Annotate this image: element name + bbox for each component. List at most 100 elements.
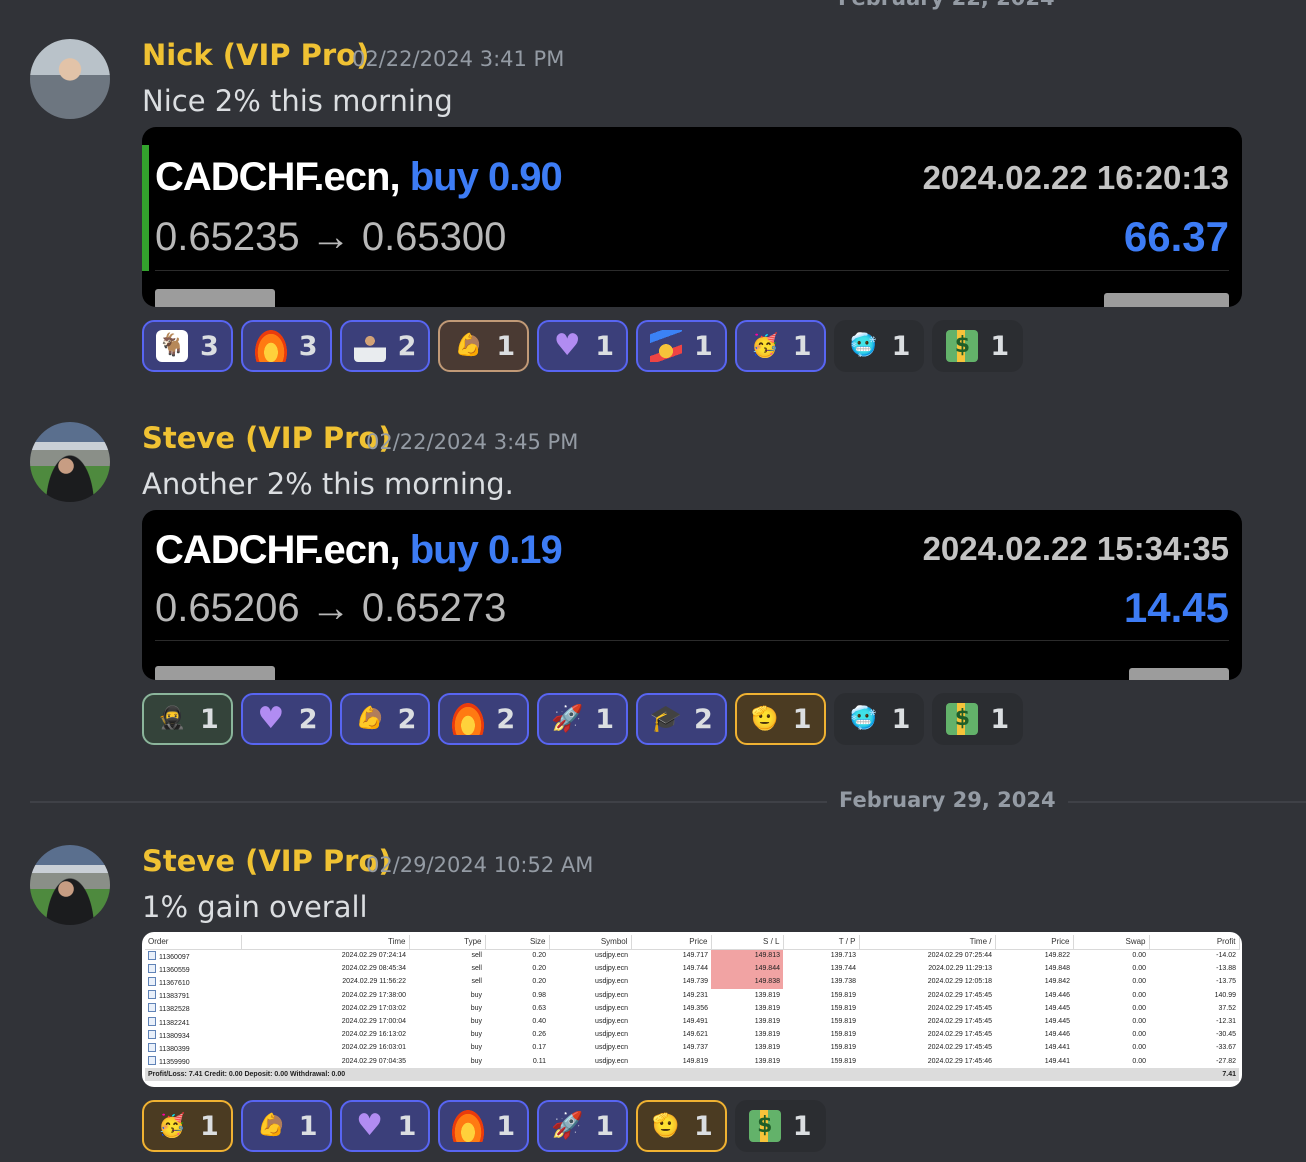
trade-datetime: 2024.02.22 16:20:13 xyxy=(922,159,1229,196)
rocket-icon: 🚀 xyxy=(551,704,584,734)
ninja-icon: 🥷 xyxy=(156,703,188,735)
table-cell: 2024.02.29 17:45:45 xyxy=(927,991,992,999)
column-header[interactable]: Size xyxy=(485,935,550,950)
reaction-count: 2 xyxy=(397,703,417,735)
author-name[interactable]: Steve (VIP Pro) xyxy=(142,844,392,878)
message-timestamp: 02/22/2024 3:41 PM xyxy=(352,47,565,71)
reaction-saluting-face[interactable]: 🫡 1 xyxy=(635,1100,727,1152)
cropped-text-fragment xyxy=(155,666,275,680)
avatar[interactable] xyxy=(30,422,110,502)
reaction-count: 1 xyxy=(792,703,812,735)
column-header[interactable]: Type xyxy=(409,935,486,950)
column-header[interactable]: T / P xyxy=(783,935,860,950)
table-row[interactable]: 11360559 2024.02.29 08:45:34 sell 0.20 usdjp… xyxy=(145,962,1239,976)
reaction-first-place-medal[interactable]: 1 xyxy=(635,320,727,372)
cropped-text-fragment xyxy=(155,289,275,307)
reaction-flexed-biceps[interactable]: 💪 2 xyxy=(339,693,431,745)
trade-accent-bar xyxy=(142,145,149,271)
saluting-face-icon: 🫡 xyxy=(649,1110,682,1142)
column-header[interactable]: Profit xyxy=(1149,935,1240,950)
table-row[interactable]: 11360097 2024.02.29 07:24:14 sell 0.20 usdjp… xyxy=(145,949,1239,963)
trade-screenshot-embed[interactable]: CADCHF.ecn, buy 0.19 0.65206 → 0.65273 2… xyxy=(142,510,1242,680)
column-header[interactable]: Order xyxy=(145,935,242,950)
table-row[interactable]: 11382528 2024.02.29 17:03:02 buy 0.63 usdjpy… xyxy=(145,1002,1239,1015)
table-row[interactable]: 11383791 2024.02.29 17:38:00 buy 0.98 usdjpy… xyxy=(145,989,1239,1002)
reaction-dollar-banknote[interactable]: $1 xyxy=(734,1100,826,1152)
reaction-count: 1 xyxy=(397,1110,417,1142)
table-cell: 149.737 xyxy=(682,1044,708,1052)
table-cell: 37.52 xyxy=(1218,1004,1236,1012)
table-row[interactable]: 11382241 2024.02.29 17:00:04 buy 0.40 usdjpy… xyxy=(145,1015,1239,1028)
table-row[interactable]: 11359990 2024.02.29 07:04:35 buy 0.11 usdjpy… xyxy=(145,1055,1239,1068)
reaction-count: 1 xyxy=(792,1110,812,1142)
column-header[interactable]: Swap xyxy=(1073,935,1150,950)
reaction-cold-face[interactable]: 🥶 1 xyxy=(833,320,925,372)
column-header[interactable]: Symbol xyxy=(549,935,632,950)
reaction-cold-face[interactable]: 🥶 1 xyxy=(833,693,925,745)
table-cell: 0.11 xyxy=(532,1057,546,1065)
goat-icon: 🐐 xyxy=(156,330,188,362)
table-cell: 159.819 xyxy=(830,1004,856,1012)
author-name[interactable]: Nick (VIP Pro) xyxy=(142,38,369,72)
table-cell: 149.822 xyxy=(1044,952,1070,960)
reaction-purple-heart[interactable]: ♥ 1 xyxy=(537,320,628,372)
reaction-fire[interactable]: 3 xyxy=(240,320,332,372)
reaction-count: 1 xyxy=(496,330,516,362)
table-cell: 139.819 xyxy=(754,1018,780,1026)
trade-history-table: Order Time Type Size Symbol Price S / LT / P Ti… xyxy=(145,935,1240,1081)
reaction-rocket[interactable]: 🚀 1 xyxy=(537,693,628,745)
table-row[interactable]: 11380399 2024.02.29 16:03:01 buy 0.17 usdjpy… xyxy=(145,1041,1239,1054)
reaction-saluting-face[interactable]: 🫡 1 xyxy=(734,693,826,745)
table-cell: 11383791 xyxy=(145,989,241,1002)
order-number: 11382241 xyxy=(159,1019,190,1027)
table-cell: 139.819 xyxy=(754,1031,780,1039)
column-header[interactable]: Time / xyxy=(859,935,996,950)
message-timestamp: 02/22/2024 3:45 PM xyxy=(366,430,579,454)
table-cell: 2024.02.29 17:45:46 xyxy=(927,1057,992,1065)
reaction-count: 2 xyxy=(693,703,713,735)
reaction-count: 2 xyxy=(298,703,318,735)
avatar[interactable] xyxy=(30,845,110,925)
table-cell: 2024.02.29 07:04:35 xyxy=(341,1057,406,1065)
date-divider xyxy=(30,801,1306,803)
table-cell: buy xyxy=(470,1044,482,1052)
reaction-goat[interactable]: 🐐 3 xyxy=(142,320,233,372)
order-number: 11383791 xyxy=(159,993,190,1001)
table-cell: -12.31 xyxy=(1216,1018,1236,1026)
reaction-rocket[interactable]: 🚀 1 xyxy=(537,1100,628,1152)
reaction-ninja[interactable]: 🥷 1 xyxy=(142,693,233,745)
reaction-dollar-banknote[interactable]: $1 xyxy=(932,320,1024,372)
table-cell: buy xyxy=(470,1057,482,1065)
column-header[interactable]: Price xyxy=(995,935,1074,950)
reaction-purple-heart[interactable]: ♥ 1 xyxy=(339,1100,431,1152)
first-place-medal-icon xyxy=(649,330,682,362)
reaction-partying-face[interactable]: 🥳 1 xyxy=(734,320,826,372)
avatar[interactable] xyxy=(30,39,110,119)
scientist-icon xyxy=(353,330,386,362)
reaction-dollar-banknote[interactable]: $1 xyxy=(932,693,1024,745)
reaction-scientist[interactable]: 2 xyxy=(339,320,431,372)
reaction-count: 1 xyxy=(595,330,614,362)
table-cell: 149.231 xyxy=(682,991,708,999)
reaction-flexed-biceps[interactable]: 💪 1 xyxy=(240,1100,332,1152)
reaction-fire[interactable]: 2 xyxy=(438,693,530,745)
trade-screenshot-embed[interactable]: CADCHF.ecn, buy 0.90 0.65235 → 0.65300 2… xyxy=(142,127,1242,307)
table-row[interactable]: 11380934 2024.02.29 16:13:02 buy 0.26 usdjpy… xyxy=(145,1028,1239,1041)
summary-total: 7.41 xyxy=(1149,1067,1239,1081)
reaction-graduation-cap[interactable]: 🎓 2 xyxy=(635,693,727,745)
column-header[interactable]: S / L xyxy=(711,935,784,950)
table-cell: usdjpy.ecn xyxy=(595,1004,628,1012)
dollar-banknote-icon: $ xyxy=(946,330,979,362)
table-cell: 0.20 xyxy=(532,978,546,986)
reaction-flexed-biceps[interactable]: 💪 1 xyxy=(438,320,530,372)
table-cell: usdjpy.ecn xyxy=(595,1018,628,1026)
column-header[interactable]: Time xyxy=(241,935,410,950)
column-header[interactable]: Price xyxy=(631,935,712,950)
table-row[interactable]: 11367610 2024.02.29 11:56:22 sell 0.20 usdjp… xyxy=(145,975,1239,989)
reaction-fire[interactable]: 1 xyxy=(438,1100,530,1152)
trade-history-screenshot[interactable]: Order Time Type Size Symbol Price S / LT / P Ti… xyxy=(142,932,1242,1087)
table-cell: 0.98 xyxy=(532,991,546,999)
author-name[interactable]: Steve (VIP Pro) xyxy=(142,421,392,455)
reaction-partying-face[interactable]: 🥳 1 xyxy=(142,1100,233,1152)
reaction-purple-heart[interactable]: ♥ 2 xyxy=(240,693,332,745)
